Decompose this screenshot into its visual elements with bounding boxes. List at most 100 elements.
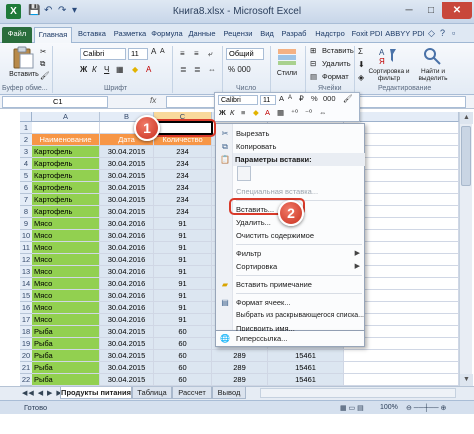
sort-filter-icon[interactable]: A Я xyxy=(378,46,398,66)
row-header[interactable]: 19 xyxy=(20,338,32,350)
menu-item-cut[interactable]: Вырезать xyxy=(234,127,364,140)
row-header[interactable]: 13 xyxy=(20,266,32,278)
minimize-button[interactable]: ─ xyxy=(398,2,420,19)
delete-cells-icon[interactable]: ⊟ xyxy=(310,59,316,68)
mini-font-size-combo[interactable]: 11 xyxy=(260,95,276,105)
row-header[interactable]: 12 xyxy=(20,254,32,266)
table-cell[interactable]: 30.04.2016 xyxy=(100,230,154,242)
mini-fill-color-icon[interactable]: ◆ xyxy=(253,108,259,117)
table-cell[interactable]: 30.04.2015 xyxy=(100,338,154,350)
mini-thousands-icon[interactable]: 000 xyxy=(323,94,336,103)
tab-review[interactable]: Рецензи xyxy=(219,27,257,43)
table-cell[interactable]: 30.04.2016 xyxy=(100,302,154,314)
table-cell[interactable]: 91 xyxy=(154,218,212,230)
table-cell[interactable]: 289 xyxy=(212,362,268,374)
table-cell[interactable]: Рыба xyxy=(32,374,100,386)
table-cell[interactable]: 234 xyxy=(154,158,212,170)
table-cell[interactable]: 30.04.2015 xyxy=(100,170,154,182)
mini-italic-button[interactable]: К xyxy=(230,108,234,117)
paste-option-icon[interactable] xyxy=(237,166,251,181)
tab-foxit[interactable]: Foxit PDI xyxy=(349,27,385,43)
sheet-tab-output[interactable]: Вывод xyxy=(212,387,246,399)
shrink-font-icon[interactable]: A xyxy=(160,48,165,55)
mini-borders-icon[interactable]: ▦ xyxy=(277,108,284,117)
table-cell[interactable]: Картофель xyxy=(32,194,100,206)
table-cell[interactable]: Мясо xyxy=(32,266,100,278)
column-header-a[interactable]: A xyxy=(32,112,100,122)
table-cell[interactable]: 30.04.2016 xyxy=(100,218,154,230)
row-header[interactable]: 3 xyxy=(20,146,32,158)
styles-icon[interactable] xyxy=(276,47,298,67)
format-painter-icon[interactable]: 🖌 xyxy=(40,71,50,80)
sheet-tab-table[interactable]: Таблица xyxy=(132,387,172,399)
row-header[interactable]: 14 xyxy=(20,278,32,290)
mini-decimal-increase-icon[interactable]: ⁺⁰ xyxy=(291,108,298,117)
autosum-icon[interactable]: Σ xyxy=(358,47,363,56)
table-cell[interactable]: 91 xyxy=(154,242,212,254)
clear-icon[interactable]: ◈ xyxy=(358,73,364,82)
scroll-down-icon[interactable]: ▼ xyxy=(460,374,473,386)
paste-button-label[interactable]: Вставить xyxy=(4,71,44,78)
horizontal-scrollbar[interactable] xyxy=(260,388,456,398)
table-cell[interactable]: Картофель xyxy=(32,170,100,182)
zoom-slider[interactable]: ⊖ ──┼── ⊕ xyxy=(406,404,446,412)
name-box[interactable]: C1 xyxy=(2,96,108,108)
insert-cells-label[interactable]: Вставить xyxy=(322,46,354,55)
grid-cell[interactable] xyxy=(344,350,459,362)
tab-file[interactable]: Файл xyxy=(2,27,32,43)
menu-item-copy[interactable]: Копировать xyxy=(234,140,364,153)
sheet-tab-products[interactable]: Продукты питания xyxy=(60,387,132,399)
insert-cells-icon[interactable]: ⊞ xyxy=(310,46,316,55)
row-header[interactable]: 22 xyxy=(20,374,32,386)
table-cell[interactable]: 30.04.2016 xyxy=(100,314,154,326)
row-header[interactable]: 18 xyxy=(20,326,32,338)
bold-button[interactable]: Ж xyxy=(80,65,87,74)
table-cell[interactable]: 30.04.2015 xyxy=(100,158,154,170)
grow-font-icon[interactable]: A xyxy=(151,47,156,56)
mini-font-color-icon[interactable]: A xyxy=(265,108,270,117)
row-header[interactable]: 8 xyxy=(20,206,32,218)
italic-button[interactable]: К xyxy=(92,65,97,74)
table-cell[interactable]: 91 xyxy=(154,230,212,242)
table-cell[interactable]: 15461 xyxy=(268,374,344,386)
table-cell[interactable]: Рыба xyxy=(32,350,100,362)
grid-cell[interactable] xyxy=(32,122,100,134)
table-cell[interactable]: 234 xyxy=(154,170,212,182)
table-cell[interactable]: Рыба xyxy=(32,362,100,374)
table-cell[interactable]: 30.04.2015 xyxy=(100,182,154,194)
table-cell[interactable]: 60 xyxy=(154,362,212,374)
tab-home[interactable]: Главная xyxy=(34,27,72,43)
find-select-icon[interactable] xyxy=(422,46,442,66)
mini-font-name-combo[interactable]: Calibri xyxy=(218,95,258,105)
find-select-button-label[interactable]: Найти и выделить xyxy=(412,68,454,82)
underline-button[interactable]: Ч xyxy=(104,65,109,74)
row-header[interactable]: 20 xyxy=(20,350,32,362)
align-center-icon[interactable]: ≣ xyxy=(194,65,201,74)
table-cell[interactable]: Мясо xyxy=(32,254,100,266)
table-cell[interactable]: 234 xyxy=(154,182,212,194)
row-header[interactable]: 17 xyxy=(20,314,32,326)
table-cell[interactable]: Картофель xyxy=(32,158,100,170)
mini-bold-button[interactable]: Ж xyxy=(219,108,226,117)
table-cell[interactable]: 234 xyxy=(154,206,212,218)
row-header[interactable]: 2 xyxy=(20,134,32,146)
menu-item-filter[interactable]: Фильтр ▶ xyxy=(234,247,364,260)
row-header[interactable]: 9 xyxy=(20,218,32,230)
delete-cells-label[interactable]: Удалить xyxy=(322,59,351,68)
table-cell[interactable]: Мясо xyxy=(32,314,100,326)
table-cell[interactable]: 91 xyxy=(154,302,212,314)
menu-item-format-cells[interactable]: Формат ячеек... xyxy=(234,296,364,309)
select-all-corner[interactable] xyxy=(20,112,32,122)
tab-formulas[interactable]: Формула xyxy=(149,27,185,43)
borders-icon[interactable]: ▦ xyxy=(116,65,124,74)
table-cell[interactable]: 30.04.2016 xyxy=(100,254,154,266)
row-header[interactable]: 6 xyxy=(20,182,32,194)
table-cell[interactable]: 60 xyxy=(154,374,212,386)
mini-merge-icon[interactable]: ⇔ xyxy=(319,108,327,117)
row-header[interactable]: 16 xyxy=(20,302,32,314)
table-cell[interactable]: 30.04.2015 xyxy=(100,194,154,206)
table-cell[interactable]: Мясо xyxy=(32,302,100,314)
table-cell[interactable]: 289 xyxy=(212,350,268,362)
tab-data[interactable]: Данные xyxy=(185,27,219,43)
copy-icon[interactable]: ⧉ xyxy=(40,59,45,69)
